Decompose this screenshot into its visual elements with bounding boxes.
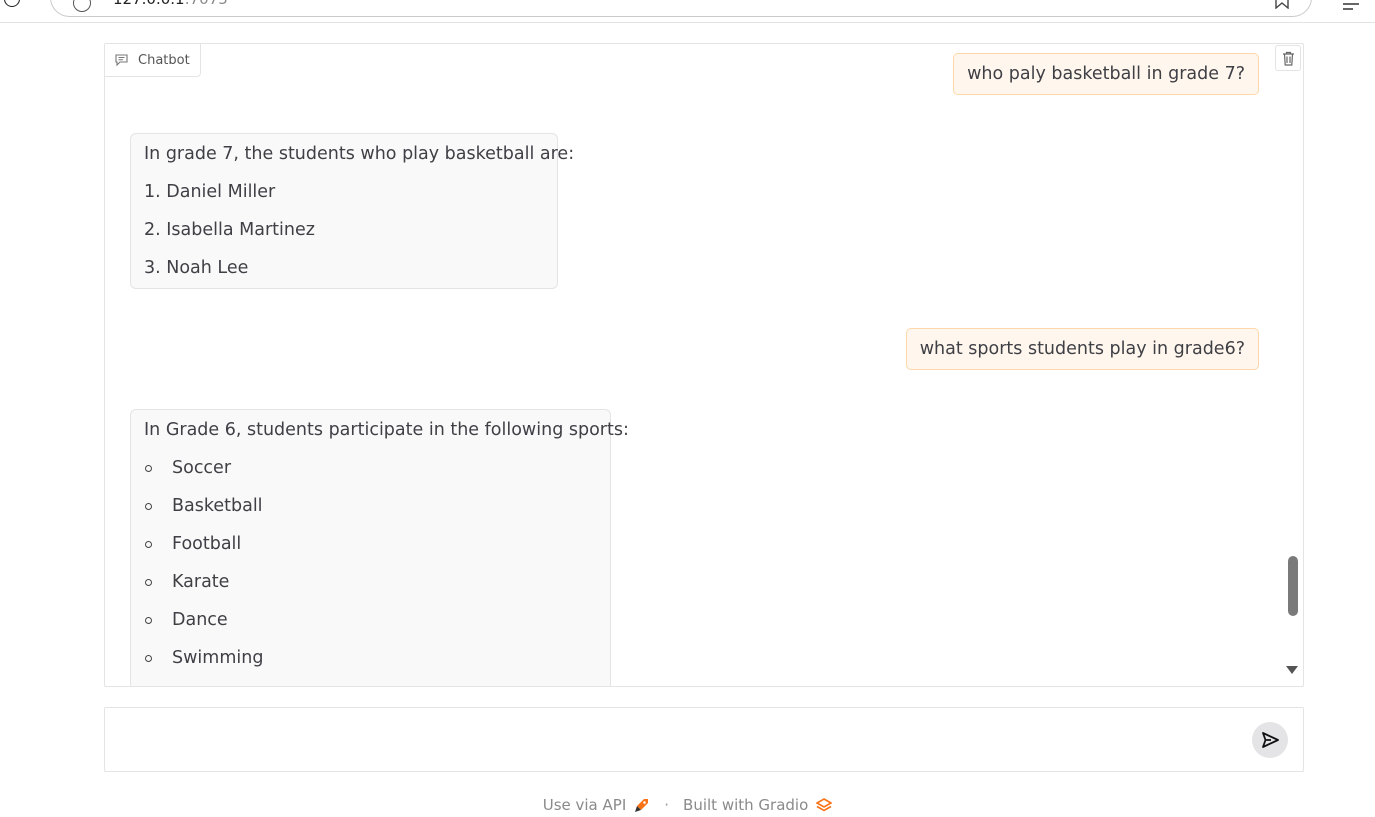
bullet-icon [145,578,152,586]
footer: Use via API · Built with Gradio [0,793,1375,817]
chatbot-label: Chatbot [105,44,201,77]
address-bar[interactable]: 127.0.0.1:7075 [50,0,1312,17]
url-text[interactable]: 127.0.0.1:7075 [113,0,228,8]
chatbot-label-text: Chatbot [138,52,190,68]
bot-message-intro: In grade 7, the students who play basket… [144,144,575,164]
use-via-api-link[interactable]: Use via API [543,796,627,814]
url-port: :7075 [185,0,228,8]
list-item: Karate [144,570,597,594]
message-input-container [104,707,1304,772]
bullet-icon [145,502,152,510]
list-item-text: Soccer [172,458,232,478]
trash-icon [1282,51,1294,66]
scrollbar-thumb[interactable] [1288,556,1298,616]
bullet-icon [145,654,152,662]
bullet-icon [145,464,152,472]
site-info-icon[interactable] [73,0,91,12]
send-button[interactable] [1252,722,1288,758]
menu-icon[interactable] [1341,0,1361,10]
bookmark-icon[interactable] [1275,0,1289,9]
list-item: Basketball [144,494,597,518]
list-item-text: Dance [172,610,228,630]
bot-bullet-list: Soccer Basketball Football Karate Dance … [144,456,597,670]
bot-message: In Grade 6, students participate in the … [130,409,629,686]
list-item: Soccer [144,456,597,480]
url-host: 127.0.0.1 [113,0,185,8]
message-input[interactable] [117,718,1241,764]
user-message: what sports students play in grade6? [905,328,1259,370]
gradio-logo-icon [816,798,833,812]
scroll-down-arrow-icon[interactable] [1286,666,1298,674]
reload-icon[interactable] [4,0,20,7]
send-icon [1262,732,1279,748]
bullet-icon [145,616,152,624]
bullet-icon [145,540,152,548]
list-item: 1. Daniel Miller [144,182,276,202]
list-item: 2. Isabella Martinez [144,220,315,240]
built-with-gradio-link[interactable]: Built with Gradio [683,796,808,814]
list-item: Dance [144,608,597,632]
list-item-text: Basketball [172,496,263,516]
list-item: Swimming [144,646,597,670]
user-message-text: who paly basketball in grade 7? [967,64,1245,84]
user-message: who paly basketball in grade 7? [953,53,1259,95]
list-item-text: Swimming [172,648,264,668]
bot-ordered-list: 1. Daniel Miller 2. Isabella Martinez 3.… [144,180,544,280]
clear-chat-button[interactable] [1275,45,1301,71]
chat-icon [115,54,128,66]
list-item: 3. Noah Lee [144,258,249,278]
rocket-icon [635,799,649,812]
footer-separator: · [664,796,670,814]
list-item: Football [144,532,597,556]
bot-message: In grade 7, the students who play basket… [130,133,575,289]
bot-message-intro: In Grade 6, students participate in the … [144,420,629,440]
chatbot-panel: Chatbot who paly basketball in grade 7? … [104,43,1304,687]
user-message-text: what sports students play in grade6? [919,339,1245,359]
list-item-text: Football [172,534,242,554]
list-item-text: Karate [172,572,230,592]
browser-toolbar: 127.0.0.1:7075 [0,0,1375,23]
message-list[interactable]: who paly basketball in grade 7? In grade… [105,44,1303,686]
